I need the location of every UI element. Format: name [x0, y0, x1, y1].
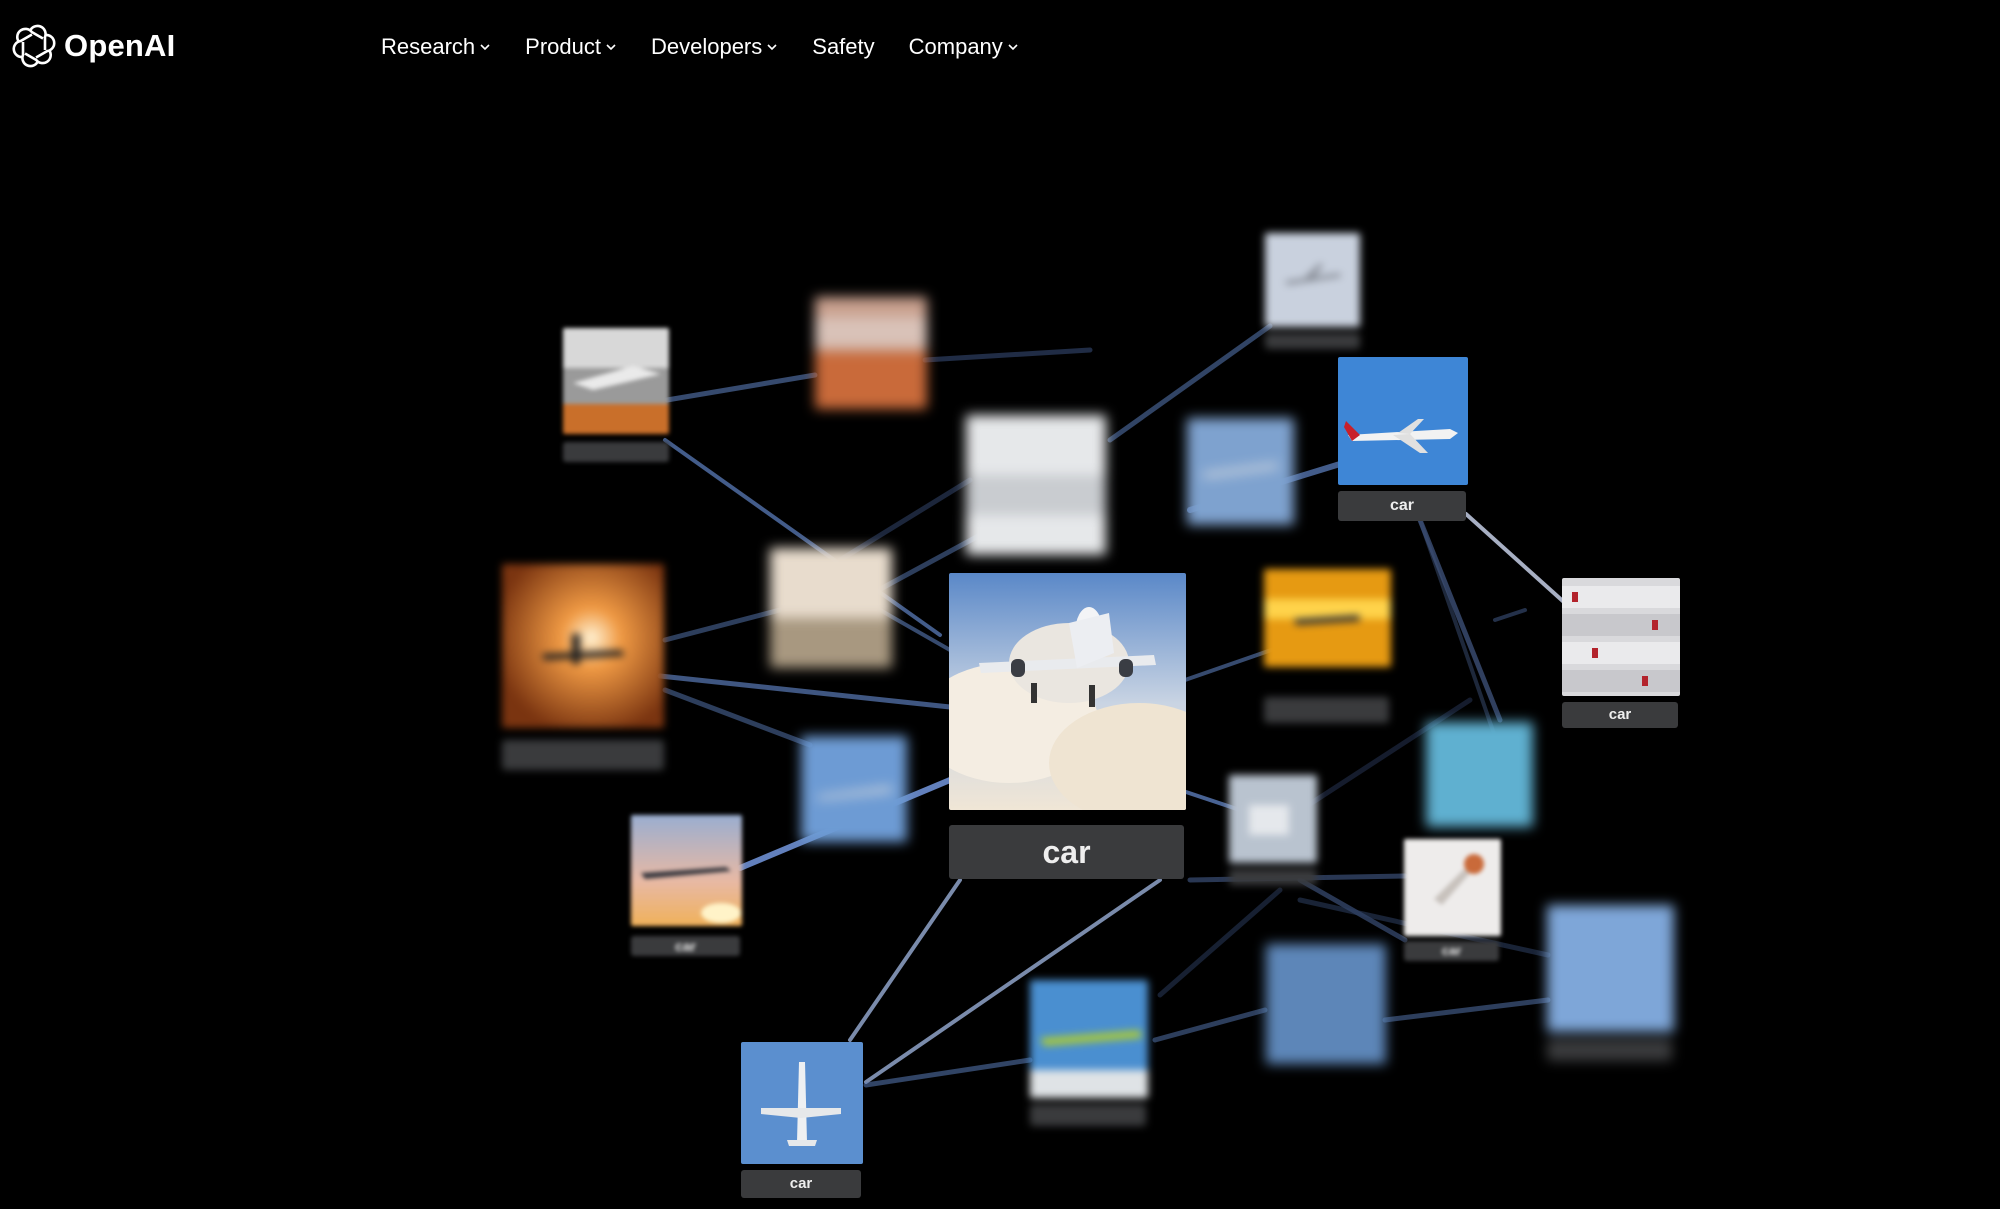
- node-label-bar: [1030, 1104, 1146, 1126]
- node-thumbnail: [1264, 569, 1391, 667]
- node-label: car: [1562, 702, 1678, 728]
- graph-node[interactable]: [502, 564, 664, 772]
- node-thumbnail: [1030, 980, 1148, 1098]
- graph-node[interactable]: [563, 328, 669, 463]
- node-label-bar: [1547, 1039, 1672, 1061]
- node-thumbnail: [1229, 775, 1317, 863]
- node-thumbnail: [1426, 722, 1533, 827]
- node-thumbnail: [815, 297, 927, 409]
- graph-node-sunset-plane[interactable]: car: [631, 815, 742, 957]
- node-thumbnail: [631, 815, 742, 926]
- node-thumbnail: [1562, 578, 1680, 696]
- node-thumbnail: [1338, 357, 1468, 485]
- graph-node-bottom-plane[interactable]: car: [741, 1042, 863, 1200]
- graph-node-stacked-planes[interactable]: car: [1562, 578, 1680, 730]
- node-thumbnail: [1266, 944, 1386, 1064]
- node-thumbnail: [563, 328, 669, 434]
- node-thumbnail: [741, 1042, 863, 1164]
- graph-node[interactable]: [1030, 980, 1148, 1128]
- graph-node[interactable]: [1266, 944, 1386, 1092]
- graph-node[interactable]: [1547, 905, 1674, 1063]
- graph-node-center[interactable]: car: [949, 573, 1186, 883]
- node-label-bar: [1265, 333, 1360, 349]
- node-label-bar: [502, 740, 664, 770]
- node-thumbnail: [801, 736, 907, 842]
- image-similarity-graph: car car car car car car: [0, 0, 2000, 1209]
- graph-node[interactable]: [815, 297, 927, 437]
- graph-node-white-card[interactable]: car: [1404, 839, 1501, 963]
- node-label: car: [631, 936, 740, 956]
- node-label-bar: [1229, 869, 1317, 885]
- graph-node[interactable]: [1265, 233, 1360, 353]
- node-label-bar: [563, 442, 669, 462]
- node-thumbnail: [1547, 905, 1674, 1032]
- graph-node[interactable]: [770, 548, 892, 698]
- graph-node[interactable]: [1264, 569, 1391, 724]
- node-thumbnail: [1404, 839, 1501, 936]
- graph-node[interactable]: [1229, 775, 1317, 887]
- node-thumbnail-center: [949, 573, 1186, 810]
- node-thumbnail: [1265, 233, 1360, 327]
- graph-node[interactable]: [1187, 418, 1294, 548]
- graph-node[interactable]: [801, 736, 907, 870]
- node-thumbnail: [966, 415, 1106, 555]
- node-label: car: [1338, 491, 1466, 521]
- node-label-center: car: [949, 825, 1184, 879]
- graph-node[interactable]: [1426, 722, 1533, 827]
- node-label-bar: [1264, 697, 1389, 723]
- graph-node[interactable]: [966, 415, 1106, 590]
- node-thumbnail: [770, 548, 892, 668]
- node-thumbnail: [1187, 418, 1294, 525]
- node-thumbnail: [502, 564, 664, 728]
- graph-node-airplane[interactable]: car: [1338, 357, 1468, 522]
- node-label: car: [741, 1170, 861, 1198]
- node-label: car: [1404, 941, 1499, 961]
